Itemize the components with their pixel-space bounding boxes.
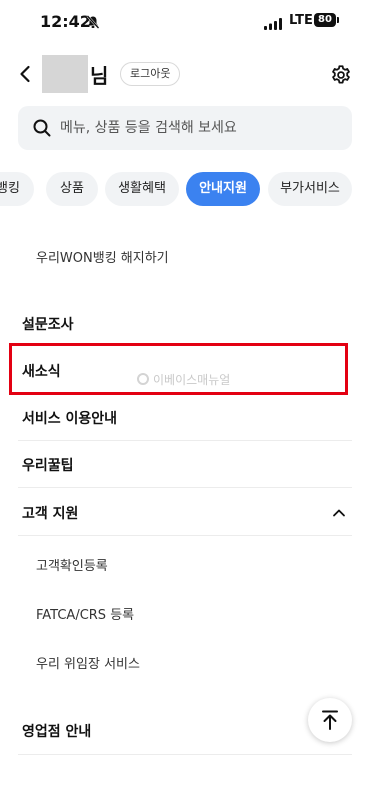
bell-off-icon: [86, 14, 100, 33]
tab-products[interactable]: 상품: [46, 172, 98, 206]
divider: [18, 754, 352, 755]
divider: [18, 535, 352, 536]
blurred-username: [42, 55, 88, 93]
gear-icon[interactable]: [330, 64, 352, 86]
divider: [18, 440, 352, 441]
battery-tip: [337, 17, 339, 23]
back-icon[interactable]: [16, 64, 36, 84]
tab-life-benefits[interactable]: 생활혜택: [105, 172, 179, 206]
arrow-up-icon: [320, 709, 340, 731]
chevron-up-icon[interactable]: [332, 505, 346, 519]
watermark-text: 이베이스매뉴얼: [153, 373, 231, 387]
menu-item-survey[interactable]: 설문조사: [22, 314, 74, 334]
submenu-item-customer-verification[interactable]: 고객확인등록: [36, 555, 108, 574]
submenu-item-fatca-crs[interactable]: FATCA/CRS 등록: [36, 604, 134, 623]
search-icon: [32, 118, 52, 138]
tab-extra-services[interactable]: 부가서비스: [268, 172, 352, 206]
menu-item-customer-support[interactable]: 고객 지원: [22, 503, 78, 523]
menu-item-tips[interactable]: 우리꿀팁: [22, 455, 74, 475]
battery-icon: 80: [314, 13, 336, 27]
search-input[interactable]: [60, 106, 340, 150]
search-bar[interactable]: [18, 106, 352, 150]
signal-icon: [264, 15, 282, 34]
status-time: 12:42: [40, 12, 91, 31]
status-bar: 12:42 LTE 80: [0, 0, 371, 44]
menu-item-service-guide[interactable]: 서비스 이용안내: [22, 408, 117, 428]
divider: [18, 487, 352, 488]
tab-banking[interactable]: 뱅킹: [0, 172, 34, 206]
scroll-to-top-button[interactable]: [308, 698, 352, 742]
watermark-logo: [137, 373, 149, 385]
menu-item-cancel-banking[interactable]: 우리WON뱅킹 해지하기: [36, 247, 169, 266]
submenu-item-power-of-attorney[interactable]: 우리 위임장 서비스: [36, 653, 140, 672]
menu-item-branch-guide[interactable]: 영업점 안내: [22, 721, 91, 741]
network-type: LTE: [289, 13, 313, 28]
logout-button[interactable]: 로그아웃: [120, 62, 181, 86]
user-name-suffix: 님: [90, 64, 109, 88]
category-tabs: 뱅킹 상품 생활혜택 안내지원 부가서비스: [0, 172, 371, 206]
tab-guide-support[interactable]: 안내지원: [186, 172, 260, 206]
